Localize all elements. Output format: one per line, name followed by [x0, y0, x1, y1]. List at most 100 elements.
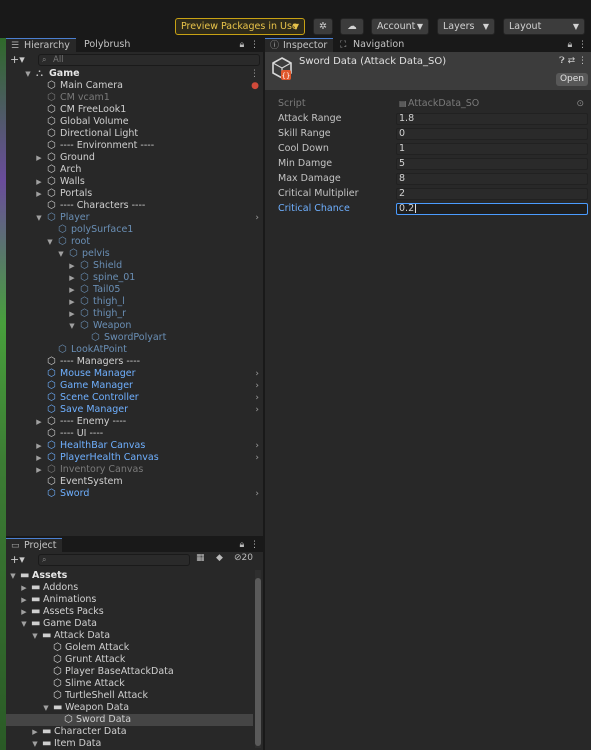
expand-down-icon[interactable]: ▼: [31, 630, 39, 642]
hierarchy-item[interactable]: ▶ ⬡ Portals: [6, 188, 263, 200]
expand-right-icon[interactable]: ▶: [35, 464, 43, 476]
open-prefab-chevron-icon[interactable]: ›: [255, 488, 259, 500]
hierarchy-item[interactable]: ⬡ ---- Managers ----: [6, 356, 263, 368]
expand-right-icon[interactable]: ▶: [20, 606, 28, 618]
lighting-toggle-button[interactable]: ✲: [313, 18, 333, 35]
number-field[interactable]: 0.2: [396, 203, 588, 215]
open-prefab-chevron-icon[interactable]: ›: [255, 392, 259, 404]
preset-icon[interactable]: ⇄: [568, 56, 576, 66]
tab-polybrush[interactable]: Polybrush: [78, 38, 138, 52]
open-prefab-chevron-icon[interactable]: ›: [255, 380, 259, 392]
project-item[interactable]: ⬡ Grunt Attack: [6, 654, 253, 666]
layout-dropdown[interactable]: Layout ▼: [503, 18, 585, 35]
expand-right-icon[interactable]: ▶: [68, 272, 76, 284]
lock-icon[interactable]: 🔒︎: [239, 40, 244, 50]
hierarchy-item[interactable]: ▼ ⛬ Game ⋮: [6, 68, 263, 80]
expand-down-icon[interactable]: ▼: [20, 618, 28, 630]
expand-right-icon[interactable]: ▶: [68, 284, 76, 296]
tab-inspector[interactable]: ⓘ Inspector: [265, 38, 333, 52]
hierarchy-item[interactable]: ▼ ⬡ Weapon: [6, 320, 263, 332]
number-field[interactable]: 2: [396, 188, 588, 200]
expand-right-icon[interactable]: ▶: [35, 152, 43, 164]
hierarchy-item[interactable]: ▶ ⬡ PlayerHealth Canvas ›: [6, 452, 263, 464]
open-prefab-chevron-icon[interactable]: ›: [255, 368, 259, 380]
expand-right-icon[interactable]: ▶: [35, 440, 43, 452]
expand-down-icon[interactable]: ▼: [57, 248, 65, 260]
preview-packages-button[interactable]: Preview Packages in Use ▼: [175, 18, 305, 35]
hierarchy-item[interactable]: ⬡ CM vcam1: [6, 92, 263, 104]
hierarchy-item[interactable]: ⬡ ---- Characters ----: [6, 200, 263, 212]
open-button[interactable]: Open: [556, 73, 588, 86]
layers-dropdown[interactable]: Layers ▼: [437, 18, 495, 35]
expand-right-icon[interactable]: ▶: [68, 308, 76, 320]
hierarchy-item[interactable]: ▶ ⬡ HealthBar Canvas ›: [6, 440, 263, 452]
tab-project[interactable]: ▭ Project: [6, 538, 62, 552]
hierarchy-item[interactable]: ⬡ ---- Environment ----: [6, 140, 263, 152]
project-search-input[interactable]: ⌕: [38, 554, 190, 566]
hierarchy-item[interactable]: ▶ ⬡ thigh_r: [6, 308, 263, 320]
kebab-menu-icon[interactable]: ⋮: [578, 56, 587, 66]
project-item[interactable]: ▶ ▬ Animations: [6, 594, 253, 606]
project-item[interactable]: ▼ ▬ Attack Data: [6, 630, 253, 642]
hierarchy-item[interactable]: ⬡ CM FreeLook1: [6, 104, 263, 116]
hierarchy-item[interactable]: ▼ ⬡ Player ›: [6, 212, 263, 224]
expand-down-icon[interactable]: ▼: [24, 68, 32, 80]
open-prefab-chevron-icon[interactable]: ›: [255, 212, 259, 224]
open-prefab-chevron-icon[interactable]: ›: [255, 404, 259, 416]
expand-down-icon[interactable]: ▼: [46, 236, 54, 248]
number-field[interactable]: 1.8: [396, 113, 588, 125]
project-item[interactable]: ▼ ▬ Game Data: [6, 618, 253, 630]
project-item[interactable]: ▶ ▬ Assets Packs: [6, 606, 253, 618]
hierarchy-item[interactable]: ⬡ Game Manager ›: [6, 380, 263, 392]
hierarchy-item[interactable]: ⬡ Save Manager ›: [6, 404, 263, 416]
hierarchy-item[interactable]: ▶ ⬡ Shield: [6, 260, 263, 272]
expand-right-icon[interactable]: ▶: [20, 594, 28, 606]
project-scrollbar[interactable]: [255, 570, 261, 748]
lock-icon[interactable]: 🔒︎: [239, 540, 244, 550]
hierarchy-item[interactable]: ⬡ Mouse Manager ›: [6, 368, 263, 380]
hierarchy-item[interactable]: ⬡ EventSystem: [6, 476, 263, 488]
kebab-menu-icon[interactable]: ⋮: [250, 68, 259, 80]
create-button[interactable]: +▾: [10, 53, 25, 66]
number-field[interactable]: 0: [396, 128, 588, 140]
number-field[interactable]: 1: [396, 143, 588, 155]
project-item[interactable]: ⬡ TurtleShell Attack: [6, 690, 253, 702]
kebab-menu-icon[interactable]: ⋮: [250, 540, 259, 550]
expand-down-icon[interactable]: ▼: [35, 212, 43, 224]
filter-type-icon[interactable]: ▦: [196, 553, 205, 563]
expand-right-icon[interactable]: ▶: [68, 296, 76, 308]
hierarchy-item[interactable]: ⬡ Global Volume: [6, 116, 263, 128]
hierarchy-item[interactable]: ⬡ LookAtPoint: [6, 344, 263, 356]
number-field[interactable]: 8: [396, 173, 588, 185]
create-asset-button[interactable]: +▾: [10, 553, 25, 566]
expand-right-icon[interactable]: ▶: [20, 582, 28, 594]
project-item[interactable]: ⬡ Slime Attack: [6, 678, 253, 690]
expand-down-icon[interactable]: ▼: [42, 702, 50, 714]
lock-icon[interactable]: 🔒︎: [567, 40, 572, 50]
hierarchy-item[interactable]: ▶ ⬡ Inventory Canvas: [6, 464, 263, 476]
open-prefab-chevron-icon[interactable]: ›: [255, 440, 259, 452]
project-item[interactable]: ⬡ Sword Data: [6, 714, 253, 726]
hierarchy-item[interactable]: ⬡ polySurface1: [6, 224, 263, 236]
expand-right-icon[interactable]: ▶: [35, 176, 43, 188]
hierarchy-item[interactable]: ▶ ⬡ spine_01: [6, 272, 263, 284]
kebab-menu-icon[interactable]: ⋮: [578, 40, 587, 50]
hierarchy-item[interactable]: ⬡ ---- UI ----: [6, 428, 263, 440]
hierarchy-item[interactable]: ▼ ⬡ root: [6, 236, 263, 248]
project-item[interactable]: ⬡ Golem Attack: [6, 642, 253, 654]
hierarchy-item[interactable]: ⬡ Main Camera ●: [6, 80, 263, 92]
expand-right-icon[interactable]: ▶: [35, 416, 43, 428]
expand-right-icon[interactable]: ▶: [31, 726, 39, 738]
expand-down-icon[interactable]: ▼: [31, 738, 39, 750]
tab-navigation[interactable]: ⛶ Navigation: [335, 38, 407, 52]
expand-down-icon[interactable]: ▼: [9, 570, 17, 582]
expand-right-icon[interactable]: ▶: [68, 260, 76, 272]
expand-down-icon[interactable]: ▼: [68, 320, 76, 332]
project-item[interactable]: ▼ ▬ Weapon Data: [6, 702, 253, 714]
hierarchy-item[interactable]: ▶ ⬡ Walls: [6, 176, 263, 188]
hidden-packages-button[interactable]: ⊘20: [234, 553, 253, 563]
kebab-menu-icon[interactable]: ⋮: [250, 40, 259, 50]
project-item[interactable]: ▶ ▬ Character Data: [6, 726, 253, 738]
help-icon[interactable]: ❓︎: [559, 56, 564, 66]
hierarchy-item[interactable]: ⬡ SwordPolyart: [6, 332, 263, 344]
